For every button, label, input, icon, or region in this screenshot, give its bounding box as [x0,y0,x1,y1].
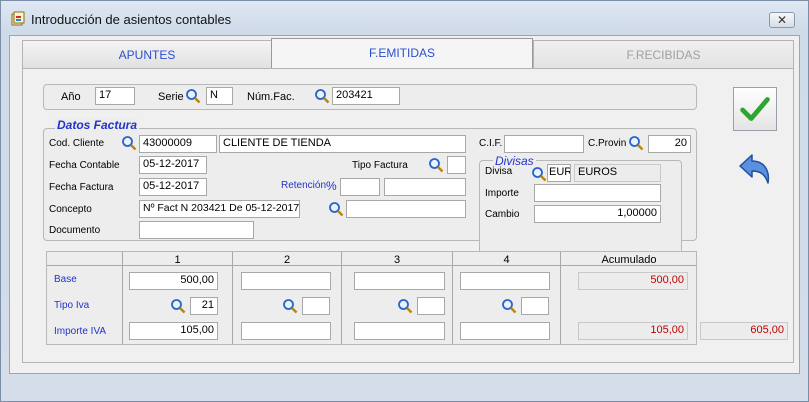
fecha-contable-label: Fecha Contable [49,160,120,171]
base-field-2[interactable] [241,272,331,290]
main-window: Introducción de asientos contables ✕ APU… [0,0,809,402]
datos-factura-legend: Datos Factura [55,118,140,132]
cod-cliente-label: Cod. Cliente [49,138,105,149]
importe-iva-acumulado: 105,00 [578,322,688,340]
base-field-4[interactable] [460,272,550,290]
tipo-factura-field[interactable] [447,156,466,174]
base-field-1[interactable]: 500,00 [129,272,218,290]
iva-col-header-4: 4 [503,254,510,266]
tab-apuntes[interactable]: APUNTES [22,40,272,68]
concepto-field[interactable]: Nº Fact N 203421 De 05-12-2017 [139,200,300,218]
divisa-row-label: Divisa [485,166,513,177]
base-acumulado: 500,00 [578,272,688,290]
confirm-button[interactable] [733,87,777,131]
numfac-field[interactable]: 203421 [332,87,400,105]
base-field-3[interactable] [354,272,445,290]
cliente-nombre-field[interactable]: CLIENTE DE TIENDA [219,135,466,153]
cif-label: C.I.F. [479,138,503,149]
app-icon [11,11,25,26]
importe-iva-label: Importe IVA [54,326,107,337]
fecha-factura-label: Fecha Factura [49,182,114,193]
serie-field[interactable]: N [206,87,233,105]
tipo-iva-2-search-icon[interactable] [282,298,298,314]
cif-field[interactable] [504,135,584,153]
importe-iva-field-3[interactable] [354,322,445,340]
documento-field[interactable] [139,221,254,239]
client-area: APUNTES F.EMITIDAS F.RECIBIDAS Año 17 Se… [9,35,800,374]
tipo-factura-search-icon[interactable] [428,157,444,173]
concepto-search-icon[interactable] [328,201,344,217]
tipo-iva-4-search-icon[interactable] [501,298,517,314]
tipo-iva-field-1[interactable]: 21 [190,297,218,315]
importe-iva-field-1[interactable]: 105,00 [129,322,218,340]
fecha-factura-field[interactable]: 05-12-2017 [139,178,207,196]
cprovin-field[interactable]: 20 [648,135,691,153]
retencion-label: Retención [281,180,327,191]
checkmark-icon [740,97,770,121]
cod-cliente-field[interactable]: 43000009 [139,135,217,153]
concepto-extra-field[interactable] [346,200,466,218]
retencion-importe-field[interactable] [384,178,466,196]
tipo-iva-field-2[interactable] [302,297,330,315]
tipo-iva-1-search-icon[interactable] [170,298,186,314]
total-acumulado: 605,00 [700,322,788,340]
iva-col-header-3: 3 [393,254,401,266]
serie-label: Serie [158,91,184,103]
close-button[interactable]: ✕ [769,12,795,28]
iva-col-header-2: 2 [283,254,291,266]
importe-field[interactable] [534,184,661,202]
tipo-factura-label: Tipo Factura [352,160,408,171]
tipo-iva-label: Tipo Iva [54,300,90,311]
title-bar: Introducción de asientos contables ✕ [1,1,808,35]
retencion-pct-field[interactable] [340,178,380,196]
window-title: Introducción de asientos contables [31,12,232,27]
cprovin-label: C.Provin [588,138,627,149]
divisa-code-field[interactable]: EUR [547,164,571,182]
documento-label: Documento [49,225,101,236]
tab-panel: Año 17 Serie N Núm.Fac. 203421 Datos Fac… [22,68,794,363]
iva-col-header-acumulado: Acumulado [601,254,657,266]
divisa-search-icon[interactable] [531,166,547,182]
tab-facturas-emitidas[interactable]: F.EMITIDAS [271,38,533,68]
cod-cliente-search-icon[interactable] [121,135,137,151]
cambio-label: Cambio [485,209,520,220]
concepto-label: Concepto [49,204,92,215]
base-label: Base [54,274,77,285]
tab-facturas-recibidas[interactable]: F.RECIBIDAS [533,40,794,68]
tipo-iva-3-search-icon[interactable] [397,298,413,314]
tipo-iva-field-3[interactable] [417,297,445,315]
divisa-name-field: EUROS [574,164,661,182]
tipo-iva-field-4[interactable] [521,297,549,315]
undo-icon[interactable] [736,150,776,190]
year-label: Año [61,91,81,103]
importe-iva-field-4[interactable] [460,322,550,340]
year-field[interactable]: 17 [95,87,135,105]
importe-iva-field-2[interactable] [241,322,331,340]
cprovin-search-icon[interactable] [628,135,644,151]
fecha-contable-field[interactable]: 05-12-2017 [139,156,207,174]
cambio-field[interactable]: 1,00000 [534,205,661,223]
retencion-pct-label: % [326,179,337,193]
serie-search-icon[interactable] [185,88,201,104]
iva-col-header-1: 1 [174,254,181,266]
importe-label: Importe [485,188,519,199]
numfac-label: Núm.Fac. [247,91,295,103]
numfac-search-icon[interactable] [314,88,330,104]
